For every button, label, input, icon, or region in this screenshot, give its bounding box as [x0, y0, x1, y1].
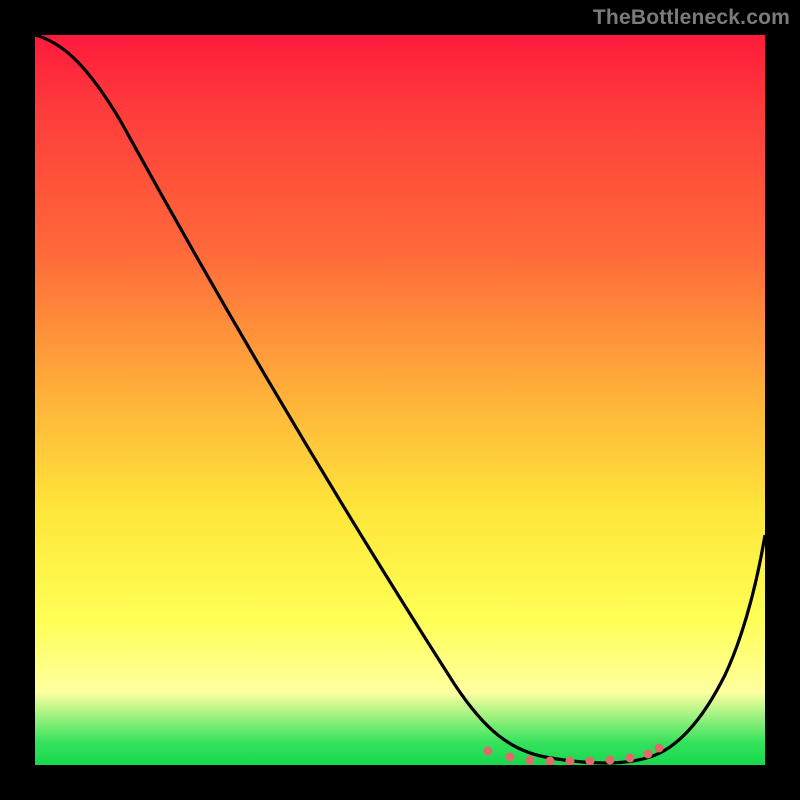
watermark-text: TheBottleneck.com — [593, 6, 790, 30]
plot-background-gradient — [35, 35, 765, 765]
chart-frame: TheBottleneck.com — [0, 0, 800, 800]
